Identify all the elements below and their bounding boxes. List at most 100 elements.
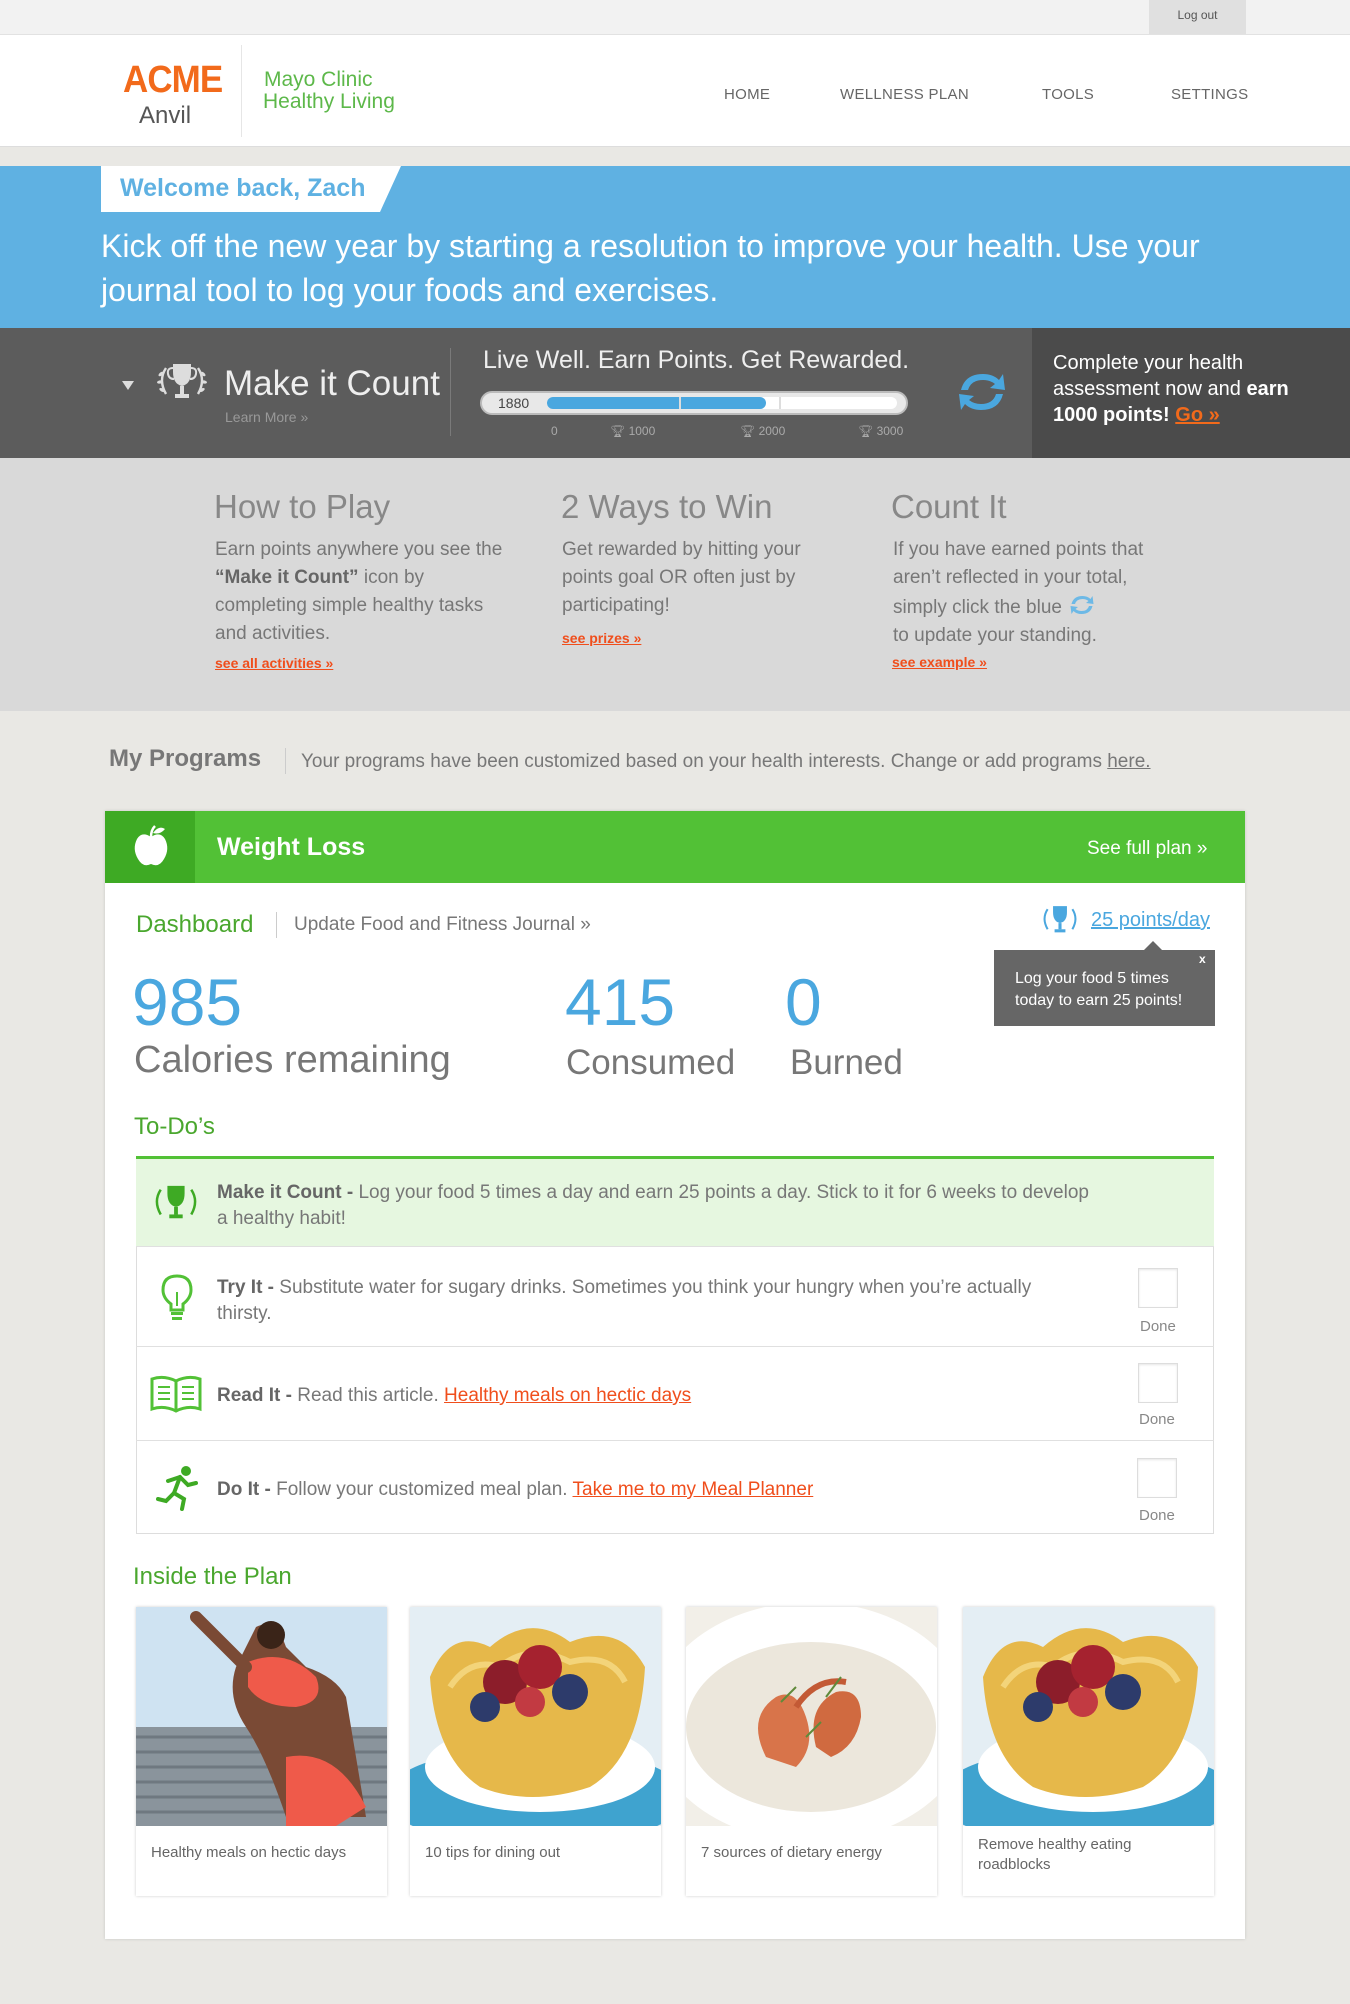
ways-to-win-title: 2 Ways to Win: [561, 488, 773, 525]
refresh-icon: [1070, 596, 1094, 614]
tick-label: 🏆︎ 3000: [858, 424, 904, 438]
points-value: 1880: [498, 395, 530, 411]
done-checkbox[interactable]: [1138, 1268, 1178, 1308]
refresh-icon[interactable]: [955, 366, 1009, 418]
count-it-title: Count It: [891, 488, 1007, 525]
progress-fill: [547, 397, 766, 409]
weight-loss-title: Weight Loss: [217, 833, 366, 861]
nav-home[interactable]: HOME: [724, 86, 770, 103]
nav-settings[interactable]: SETTINGS: [1171, 86, 1248, 103]
todo-text: Do It - Follow your customized meal plan…: [217, 1479, 814, 1500]
calories-remaining-label: Calories remaining: [134, 1039, 451, 1081]
tab-divider: [276, 912, 277, 938]
top-strip: [0, 0, 1350, 35]
banner-message: Kick off the new year by starting a reso…: [101, 228, 1200, 308]
points-per-day-link[interactable]: 25 points/day: [1091, 909, 1210, 932]
article-caption: Remove healthy eating roadblocks: [978, 1836, 1132, 1873]
todo-text: Try It - Substitute water for sugary dri…: [217, 1277, 1032, 1324]
programs-divider: [285, 748, 286, 774]
tab-dashboard[interactable]: Dashboard: [136, 911, 253, 939]
tick-trophy-icon: 🏆︎: [858, 424, 874, 438]
header-divider: [241, 45, 242, 137]
done-label: Done: [1139, 1507, 1175, 1524]
tab-update-journal[interactable]: Update Food and Fitness Journal »: [294, 914, 591, 936]
article-link[interactable]: Healthy meals on hectic days: [444, 1385, 691, 1406]
programs-desc: Your programs have been customized based…: [301, 751, 1151, 772]
make-it-count-title: Make it Count: [224, 364, 440, 403]
see-full-plan-link[interactable]: See full plan »: [1087, 838, 1207, 860]
apple-icon: [134, 825, 168, 866]
calories-remaining-value: 985: [132, 965, 243, 1039]
assessment-text: Complete your health assessment now and: [1053, 352, 1244, 400]
done-label: Done: [1139, 1411, 1175, 1428]
todo-text: Read It - Read this article. Healthy mea…: [217, 1385, 692, 1406]
article-caption: 10 tips for dining out: [425, 1844, 561, 1861]
trophy-laurel-icon: [1043, 906, 1077, 933]
article-image: [963, 1607, 1214, 1826]
trophy-laurel-icon: [157, 364, 207, 398]
rewards-divider: [450, 348, 451, 436]
how-to-play-title: How to Play: [214, 488, 391, 525]
see-example-link[interactable]: see example »: [892, 654, 987, 670]
brand-logo[interactable]: ACME: [123, 59, 223, 102]
logout-button[interactable]: Log out: [1149, 0, 1246, 34]
burned-value: 0: [785, 965, 822, 1039]
ways-to-win-text: Get rewarded by hitting your points goal…: [562, 539, 801, 616]
my-programs-title: My Programs: [109, 745, 262, 772]
tick-label: 🏆︎ 2000: [740, 424, 786, 438]
tooltip-text: Log your food 5 times today to earn 25 p…: [1015, 970, 1183, 1009]
see-prizes-link[interactable]: see prizes »: [562, 630, 641, 646]
article-card[interactable]: Healthy meals on hectic days: [136, 1607, 387, 1896]
progress-segment: [779, 397, 781, 409]
done-label: Done: [1140, 1318, 1176, 1335]
article-card[interactable]: 10 tips for dining out: [410, 1607, 661, 1896]
done-checkbox[interactable]: [1138, 1363, 1178, 1403]
article-image: [410, 1607, 661, 1826]
article-image: [136, 1607, 387, 1826]
tick-label: 0: [551, 424, 558, 438]
tooltip-arrow: [1144, 941, 1162, 950]
partner-line1: Mayo Clinic: [264, 68, 373, 91]
rewards-tagline: Live Well. Earn Points. Get Rewarded.: [483, 346, 910, 374]
consumed-label: Consumed: [566, 1043, 736, 1082]
article-card[interactable]: 7 sources of dietary energy: [686, 1607, 937, 1896]
article-caption: Healthy meals on hectic days: [151, 1844, 347, 1861]
running-person-icon: [156, 1466, 198, 1511]
header: ACME Anvil Mayo Clinic Healthy Living HO…: [0, 35, 1350, 147]
article-card[interactable]: Remove healthy eating roadblocks: [963, 1607, 1214, 1896]
welcome-text: Welcome back, Zach: [120, 174, 366, 202]
see-all-activities-link[interactable]: see all activities »: [215, 655, 333, 671]
count-it-text: If you have earned points that aren’t re…: [893, 539, 1144, 646]
learn-more-link[interactable]: Learn More »: [225, 409, 308, 425]
inside-plan-title: Inside the Plan: [133, 1563, 292, 1590]
trophy-laurel-icon: [155, 1185, 197, 1219]
burned-label: Burned: [790, 1043, 903, 1082]
consumed-value: 415: [565, 965, 676, 1039]
tick-label: 🏆︎ 1000: [610, 424, 656, 438]
progress-segment: [679, 397, 681, 409]
how-to-play-text: Earn points anywhere you see the “Make i…: [215, 539, 503, 644]
todos-title: To-Do’s: [134, 1113, 215, 1140]
article-caption: 7 sources of dietary energy: [701, 1844, 882, 1861]
nav-wellness-plan[interactable]: WELLNESS PLAN: [840, 86, 969, 103]
brand-sub: Anvil: [139, 102, 192, 129]
tick-trophy-icon: 🏆︎: [610, 424, 626, 438]
partner-logo: Mayo Clinic Healthy Living: [263, 69, 395, 113]
collapse-arrow-icon[interactable]: [122, 381, 134, 390]
meal-planner-link[interactable]: Take me to my Meal Planner: [573, 1479, 814, 1500]
tick-trophy-icon: 🏆︎: [740, 424, 756, 438]
tooltip-close-icon[interactable]: x: [1199, 952, 1206, 966]
book-icon: [150, 1375, 202, 1413]
apple-icon-box: [105, 811, 195, 883]
nav-tools[interactable]: TOOLS: [1042, 86, 1094, 103]
go-link[interactable]: Go »: [1175, 404, 1219, 426]
assessment-cta: Complete your health assessment now and …: [1053, 350, 1323, 428]
article-image: [686, 1607, 937, 1826]
done-checkbox[interactable]: [1137, 1458, 1177, 1498]
partner-line2: Healthy Living: [263, 90, 395, 113]
points-tooltip: Log your food 5 times today to earn 25 p…: [994, 950, 1215, 1026]
points-progress-bar: 1880: [480, 391, 908, 415]
change-programs-link[interactable]: here.: [1107, 751, 1150, 772]
todo-text: Make it Count - Log your food 5 times a …: [217, 1182, 1089, 1229]
lightbulb-icon: [161, 1274, 193, 1320]
